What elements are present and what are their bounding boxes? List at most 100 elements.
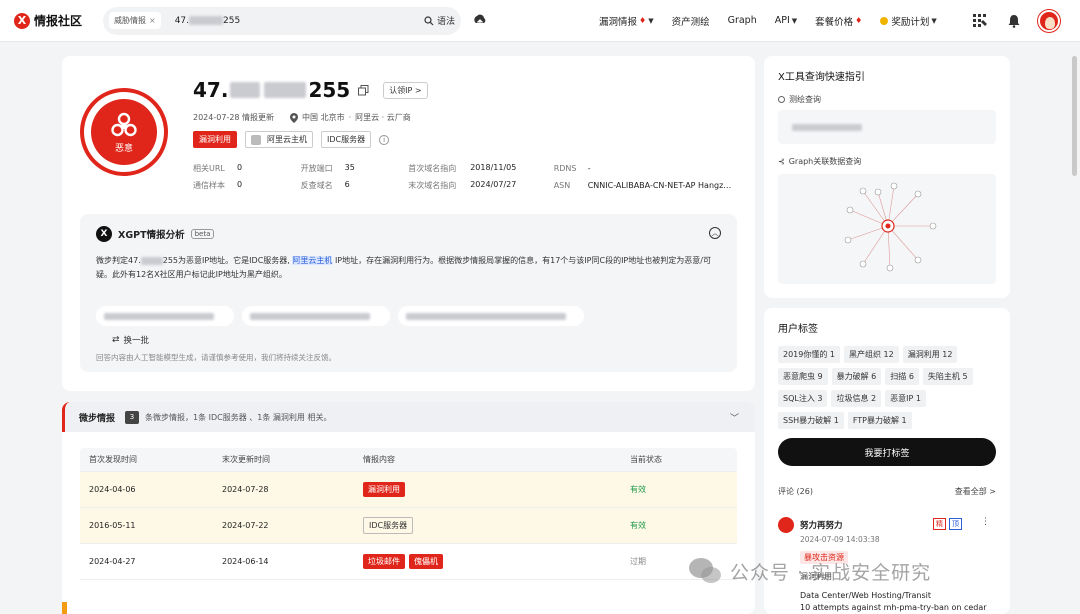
quick-guide-title: X工具查询快速指引	[778, 72, 865, 83]
user-tag[interactable]: 恶意IP 1	[885, 390, 926, 407]
nav-link-label: 套餐价格	[815, 16, 854, 28]
upload-icon[interactable]	[473, 14, 487, 28]
commenter-name[interactable]: 努力再努力	[800, 519, 843, 531]
ai-disclaimer: 回答内容由人工智能模型生成，请谨慎参考使用，我们将持续关注反馈。	[96, 353, 336, 362]
suggested-question[interactable]	[96, 306, 234, 326]
syntax-label: 语法	[436, 17, 455, 27]
user-tag[interactable]: 恶意爬虫 9	[778, 368, 828, 385]
search-input[interactable]: 47. 255	[175, 15, 424, 26]
user-avatar[interactable]	[1038, 10, 1060, 32]
provider: 阿里云 · 云厂商	[355, 113, 411, 122]
nav-link-label: 漏洞情报	[599, 16, 638, 28]
cloud-host-link[interactable]: 阿里云主机	[292, 256, 333, 265]
redacted-text	[792, 123, 862, 131]
nav-link[interactable]: 奖励计划 ▼	[880, 14, 937, 28]
table-row[interactable]: 2024-04-27 2024-06-14 垃圾邮件 傀儡机 过期	[80, 544, 737, 580]
user-tag[interactable]: 2019你懂的 1	[778, 346, 840, 363]
user-tag[interactable]: SSH暴力破解 1	[778, 412, 844, 429]
nav-link[interactable]: Graph	[728, 15, 757, 26]
stat-value: 2018/11/05	[470, 163, 517, 172]
user-tag[interactable]: 扫描 6	[885, 368, 919, 385]
stat-label: ASN	[553, 181, 571, 190]
more-options-icon[interactable]: ⋮	[981, 517, 990, 527]
nav-link-label: API	[774, 15, 790, 26]
flame-icon: ♦	[855, 16, 863, 25]
copy-icon[interactable]	[358, 84, 369, 96]
user-tag[interactable]: 失陷主机 5	[922, 368, 973, 385]
quick-guide-card: X工具查询快速指引 测绘查询 ⊰ Graph关联数据查询	[764, 56, 1010, 298]
search-type-chip[interactable]: 威胁情报 ×	[109, 12, 161, 29]
graph-query-label: ⊰ Graph关联数据查询	[778, 157, 862, 166]
nav-link[interactable]: 资产测绘	[672, 14, 710, 28]
nav-link[interactable]: API ▼	[775, 15, 797, 26]
nav-link-label: Graph	[727, 15, 757, 26]
user-tag[interactable]: SQL注入 3	[778, 390, 828, 407]
logo[interactable]: X 情报社区	[14, 12, 100, 29]
claim-ip-button[interactable]: 认领IP >	[383, 81, 428, 99]
suggested-question[interactable]	[398, 306, 584, 326]
search-icon	[424, 15, 434, 25]
chevron-down-icon[interactable]: ﹀	[730, 411, 739, 424]
add-tag-button[interactable]: 我要打标签	[778, 438, 996, 466]
commenter-avatar[interactable]	[778, 517, 794, 533]
apps-icon[interactable]	[970, 11, 990, 31]
intel-tag[interactable]: IDC服务器	[363, 517, 414, 534]
stat-label: 反查域名	[300, 181, 333, 190]
intel-header[interactable]: 微步情报 3 条微步情报，1条 IDC服务器 、1条 漏洞利用 相关。	[62, 402, 755, 432]
stat-item: 反查域名 6	[301, 180, 409, 191]
intel-table: 首次发现时间 末次更新时间 情报内容 当前状态 2024-04-06 2024-07-28…	[80, 448, 737, 580]
column-header: 当前状态	[630, 455, 662, 464]
user-tag[interactable]: 暴力破解 6	[831, 368, 882, 385]
intel-tag[interactable]: 傀儡机	[409, 554, 443, 569]
logo-mark: X	[14, 12, 30, 29]
tag-vuln-exploit[interactable]: 漏洞利用	[193, 131, 237, 148]
graph-preview[interactable]	[778, 174, 996, 284]
syntax-button[interactable]: 语法	[424, 14, 455, 27]
column-header: 情报内容	[363, 455, 395, 464]
user-tag[interactable]: 漏洞利用 12	[902, 346, 958, 363]
suggested-question[interactable]	[242, 306, 390, 326]
user-tag[interactable]: FTP暴力破解 1	[847, 412, 912, 429]
scrollbar[interactable]	[1072, 56, 1077, 176]
nav-link[interactable]: 套餐价格 ♦	[815, 14, 862, 28]
comment-text-line: Data Center/Web Hosting/Transit	[800, 591, 932, 600]
watermark: 公众号 · 实战安全研究	[688, 556, 931, 586]
table-row[interactable]: 2016-05-11 2024-07-22 IDC服务器 有效	[80, 508, 737, 544]
ip-tags: 漏洞利用 阿里云主机 IDC服务器 i	[193, 131, 390, 148]
comments-header: 评论 (26) 查看全部 >	[778, 486, 996, 497]
mapping-query-label: 测绘查询	[778, 94, 821, 105]
xgpt-analysis-text: 微步判定47. 255为恶意IP地址。它是IDC服务器, 阿里云主机 IP地址，存…	[96, 256, 711, 279]
user-tag[interactable]: 垃圾信息 2	[831, 390, 882, 407]
beta-badge: beta	[190, 229, 215, 239]
xgpt-logo-icon: X	[96, 226, 112, 242]
flame-icon: ♦	[639, 16, 647, 25]
verdict-label: 恶意	[114, 143, 133, 154]
refresh-button[interactable]: ⇄ 换一批	[112, 334, 149, 346]
tag-cloud-host[interactable]: 阿里云主机	[245, 131, 313, 148]
location: 中国 北京市	[302, 113, 345, 122]
user-tag[interactable]: 黑产组织 12	[844, 346, 899, 363]
ip-address-title: 47. 255 认领IP >	[193, 78, 428, 102]
search-type-label: 威胁情报	[114, 16, 146, 25]
chevron-up-icon[interactable]: ︿	[709, 227, 721, 239]
column-header: 首次发现时间	[89, 455, 137, 464]
bell-icon[interactable]	[1004, 11, 1024, 31]
stat-item: RDNS -	[554, 164, 753, 173]
last-updated: 2024-07-22	[222, 521, 269, 530]
tag-idc-server[interactable]: IDC服务器	[321, 131, 372, 148]
redacted-ip-segment	[230, 82, 261, 98]
info-icon[interactable]: i	[379, 134, 390, 145]
intel-tag[interactable]: 漏洞利用	[363, 482, 405, 497]
last-updated: 2024-07-28	[222, 485, 269, 494]
search-box[interactable]: 威胁情报 × 47. 255 语法	[103, 6, 461, 35]
stat-label: 相关URL	[193, 164, 225, 173]
nav-link[interactable]: 漏洞情报 ♦ ▼	[599, 14, 654, 28]
intel-content: 垃圾邮件 傀儡机	[363, 554, 630, 569]
intel-tag[interactable]: 垃圾邮件	[363, 554, 405, 569]
watermark-text: 公众号 · 实战安全研究	[730, 561, 932, 584]
table-row[interactable]: 2024-04-06 2024-07-28 漏洞利用 有效	[80, 472, 737, 508]
mapping-query-box[interactable]	[778, 110, 996, 144]
view-all-comments-link[interactable]: 查看全部 >	[955, 486, 996, 497]
stat-label: RDNS	[553, 164, 577, 173]
close-icon[interactable]: ×	[149, 16, 156, 25]
